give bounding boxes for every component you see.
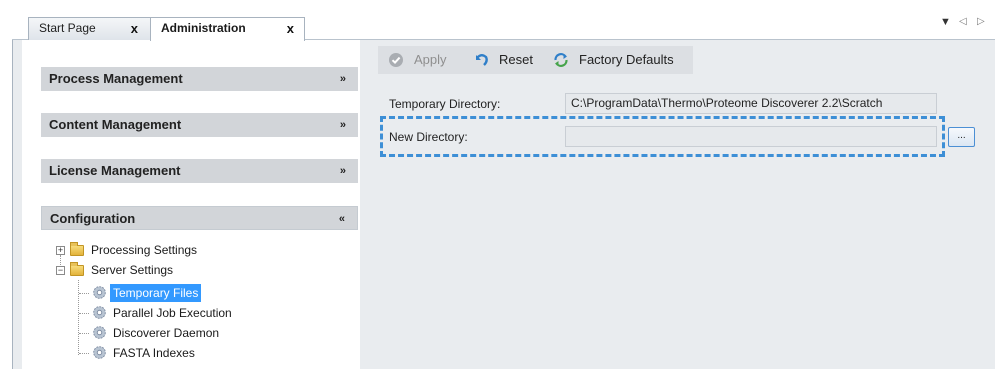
tree-item-label: Parallel Job Execution — [113, 306, 232, 320]
tree-connector — [78, 280, 79, 355]
tab-start-page-label: Start Page — [39, 21, 96, 35]
expand-icon[interactable]: + — [56, 246, 65, 255]
tab-scroll-left-icon[interactable]: ◁ — [959, 16, 967, 27]
tree-item-label: Temporary Files — [110, 284, 202, 302]
gear-icon — [93, 346, 106, 359]
check-icon — [389, 53, 403, 67]
temporary-directory-label: Temporary Directory: — [389, 97, 501, 111]
tree-connector — [79, 293, 89, 294]
section-license-management-label: License Management — [49, 163, 181, 178]
tab-administration-label: Administration — [161, 21, 246, 35]
tree-connector — [79, 333, 89, 334]
tree-item-discoverer-daemon[interactable]: Discoverer Daemon — [113, 324, 219, 342]
chevron-down-icon[interactable]: » — [340, 113, 346, 137]
tree-item-parallel-job-execution[interactable]: Parallel Job Execution — [113, 304, 232, 322]
tab-start-page[interactable]: Start Page x — [28, 17, 152, 40]
close-icon[interactable]: x — [287, 18, 294, 39]
temporary-directory-field: C:\ProgramData\Thermo\Proteome Discovere… — [565, 93, 937, 114]
settings-toolbar: Apply Reset Factory Defaults — [378, 46, 693, 74]
tree-item-label: Server Settings — [91, 263, 174, 277]
tab-administration[interactable]: Administration x — [150, 17, 305, 41]
tree-item-fasta-indexes[interactable]: FASTA Indexes — [113, 344, 195, 362]
section-process-management-label: Process Management — [49, 71, 183, 86]
factory-defaults-button-label: Factory Defaults — [579, 52, 674, 67]
tree-item-label: FASTA Indexes — [113, 346, 195, 360]
new-directory-field[interactable] — [565, 126, 937, 147]
tab-list-dropdown-icon[interactable]: ▼ — [940, 16, 951, 28]
tree-item-server-settings[interactable]: Server Settings — [91, 261, 173, 279]
section-configuration-label: Configuration — [50, 211, 136, 226]
chevron-up-icon[interactable]: « — [339, 207, 345, 231]
section-content-management-label: Content Management — [49, 117, 182, 132]
browse-button[interactable]: ... — [948, 127, 975, 147]
tree-item-label: Discoverer Daemon — [113, 326, 220, 340]
apply-button[interactable]: Apply — [388, 46, 447, 74]
tree-item-label: Processing Settings — [91, 243, 198, 257]
tree-item-processing-settings[interactable]: Processing Settings — [91, 241, 197, 259]
collapse-icon[interactable]: − — [56, 266, 65, 275]
reset-button[interactable]: Reset — [473, 46, 533, 74]
chevron-down-icon[interactable]: » — [340, 159, 346, 183]
panel-border — [12, 40, 13, 369]
tree-connector — [79, 313, 89, 314]
factory-defaults-button[interactable]: Factory Defaults — [553, 46, 674, 74]
folder-icon — [70, 262, 84, 276]
chevron-down-icon[interactable]: » — [340, 67, 346, 91]
tab-scroll-right-icon[interactable]: ▷ — [977, 16, 985, 27]
refresh-icon — [554, 53, 568, 67]
tree-connector — [79, 353, 89, 354]
gear-icon — [93, 326, 106, 339]
document-tab-strip: Start Page x Administration x ▼ ◁ ▷ — [0, 0, 995, 41]
folder-icon — [70, 242, 84, 256]
new-directory-label: New Directory: — [389, 130, 468, 144]
temporary-directory-value: C:\ProgramData\Thermo\Proteome Discovere… — [571, 96, 883, 110]
gear-icon — [93, 306, 106, 319]
reset-button-label: Reset — [499, 52, 533, 67]
section-process-management[interactable]: Process Management » — [41, 67, 358, 91]
section-content-management[interactable]: Content Management » — [41, 113, 358, 137]
reset-icon — [476, 54, 488, 66]
close-icon[interactable]: x — [131, 18, 138, 39]
section-license-management[interactable]: License Management » — [41, 159, 358, 183]
apply-button-label: Apply — [414, 52, 447, 67]
section-configuration[interactable]: Configuration « — [41, 206, 358, 230]
gear-icon — [93, 286, 106, 299]
